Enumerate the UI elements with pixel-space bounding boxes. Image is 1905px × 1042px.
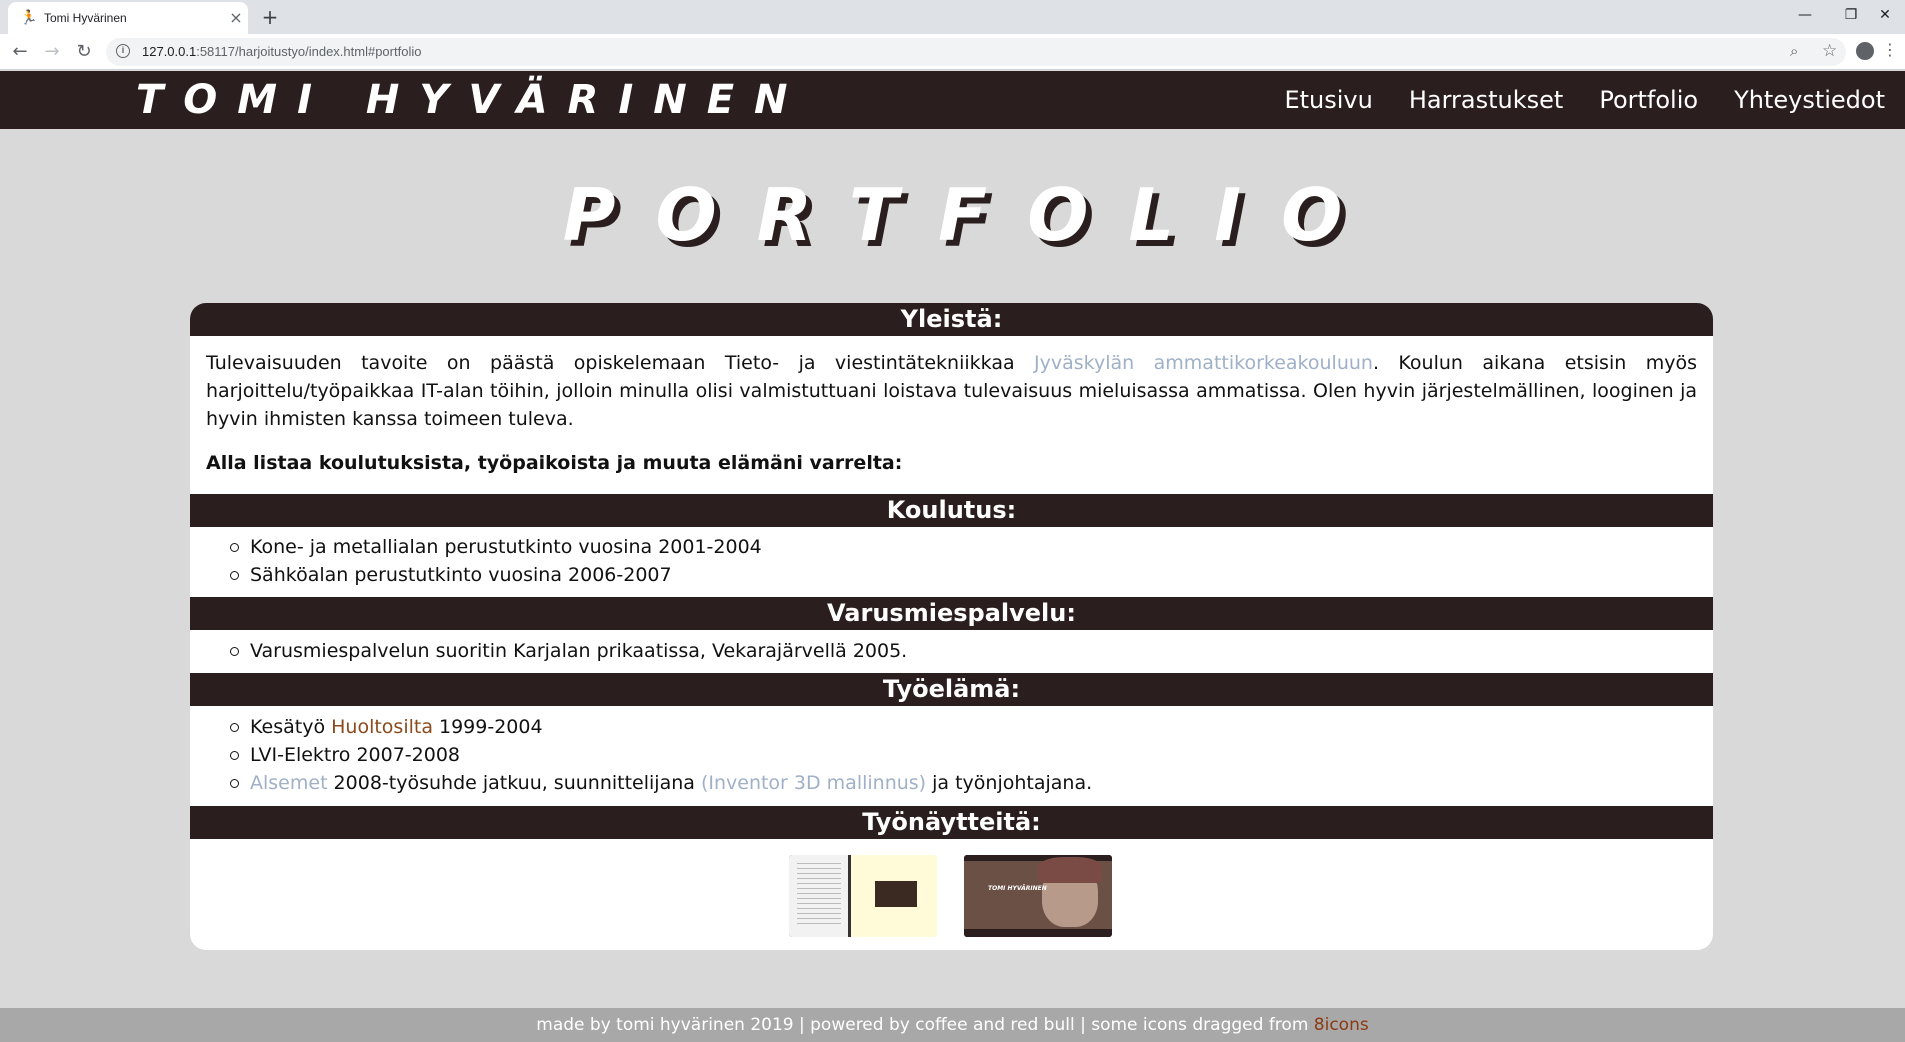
window-close-button[interactable]: ✕ [1862,2,1905,28]
work-item-3-post: ja työnjohtajana. [926,772,1093,794]
list-item: Varusmiespalvelun suoritin Karjalan prik… [229,637,907,665]
alsemet-link[interactable]: Alsemet [250,772,328,794]
address-bar[interactable]: i 127.0.0.1:58117/harjoitustyo/index.htm… [106,38,1846,66]
url-path: :58117/harjoitustyo/index.html#portfolio [196,44,422,59]
browser-toolbar: ← → ↻ i 127.0.0.1:58117/harjoitustyo/ind… [0,34,1905,70]
work-list: Kesätyö Huoltosilta 1999-2004 LVI-Elektr… [229,713,1093,797]
site-title[interactable]: TOMI HYVÄRINEN [136,77,808,123]
main-nav: Etusivu Harrastukset Portfolio Yhteystie… [1248,83,1885,117]
nav-link-yhteystiedot[interactable]: Yhteystiedot [1734,83,1885,117]
site-footer: made by tomi hyvärinen 2019 | powered by… [0,1008,1905,1042]
list-item: Alsemet 2008-työsuhde jatkuu, suunnittel… [229,769,1093,797]
huoltosilta-link[interactable]: Huoltosilta [331,716,433,738]
military-list: Varusmiespalvelun suoritin Karjalan prik… [229,637,907,665]
nav-link-portfolio[interactable]: Portfolio [1599,83,1698,117]
back-icon[interactable]: ← [8,40,32,64]
tab-close-icon[interactable]: × [226,8,246,28]
info-icon[interactable]: i [116,44,130,58]
section-heading-military: Varusmiespalvelu: [190,597,1713,630]
runner-favicon-icon: 🏃 [20,10,38,26]
list-item: Kone- ja metallialan perustutkinto vuosi… [230,533,762,561]
intro-text: Alla listaa koulutuksista, työpaikoista … [206,452,903,474]
8icons-link[interactable]: 8icons [1314,1015,1369,1035]
thumbnail-title: TOMI HYVÄRINEN [988,885,1047,892]
browser-tabstrip: 🏃 Tomi Hyvärinen × + — ❐ ✕ [0,0,1905,34]
footer-text: made by tomi hyvärinen 2019 | powered by… [536,1015,1314,1035]
forward-icon[interactable]: → [40,40,64,64]
nav-link-harrastukset[interactable]: Harrastukset [1409,83,1563,117]
list-item: Kesätyö Huoltosilta 1999-2004 [229,713,1092,741]
work-item-1-post: 1999-2004 [432,716,543,738]
jamk-link[interactable]: Jyväskylän ammattikorkeakouluun [1034,352,1373,374]
work-item-1-pre: Kesätyö [250,716,332,738]
page-title: PORTFOLIO [562,173,1383,257]
browser-tab[interactable]: 🏃 Tomi Hyvärinen × [8,2,248,34]
menu-icon[interactable]: ⋮ [1882,40,1898,60]
tab-title: Tomi Hyvärinen [44,11,127,25]
star-icon[interactable]: ☆ [1822,41,1837,61]
nav-link-etusivu[interactable]: Etusivu [1284,83,1372,117]
new-tab-button[interactable]: + [258,6,282,30]
general-paragraph: Tulevaisuuden tavoite on päästä opiskele… [206,349,1697,433]
url-host: 127.0.0.1 [142,44,197,59]
work-item-3-mid: 2008-työsuhde jatkuu, suunnittelijana [327,772,701,794]
window-minimize-button[interactable]: — [1782,2,1828,28]
portfolio-card: Yleistä: Tulevaisuuden tavoite on päästä… [190,303,1713,950]
education-list: Kone- ja metallialan perustutkinto vuosi… [230,533,762,589]
section-heading-education: Koulutus: [190,494,1713,527]
work-samples: TOMI HYVÄRINEN [190,855,1713,937]
thumbnail-beanie [1038,857,1102,883]
profile-icon[interactable] [1856,42,1874,60]
thumbnail-image [875,881,917,907]
work-sample-thumbnail-2[interactable]: TOMI HYVÄRINEN [964,855,1112,937]
inventor-link[interactable]: (Inventor 3D mallinnus) [701,772,926,794]
site-header: TOMI HYVÄRINEN Etusivu Harrastukset Port… [0,71,1905,129]
section-heading-work: Työelämä: [190,673,1713,706]
zoom-icon[interactable]: ⌕ [1790,42,1798,60]
list-item: Sähköalan perustutkinto vuosina 2006-200… [230,561,762,589]
thumbnail-footer [964,929,1112,937]
thumbnail-document-pane [789,855,851,937]
list-item: LVI-Elektro 2007-2008 [229,741,1092,769]
work-sample-thumbnail-1[interactable] [789,855,937,937]
general-text-before: Tulevaisuuden tavoite on päästä opiskele… [206,352,1035,374]
reload-icon[interactable]: ↻ [72,40,96,64]
url-text[interactable]: 127.0.0.1:58117/harjoitustyo/index.html#… [142,44,421,60]
section-heading-samples: Työnäytteitä: [190,806,1713,839]
section-heading-general: Yleistä: [190,303,1713,336]
